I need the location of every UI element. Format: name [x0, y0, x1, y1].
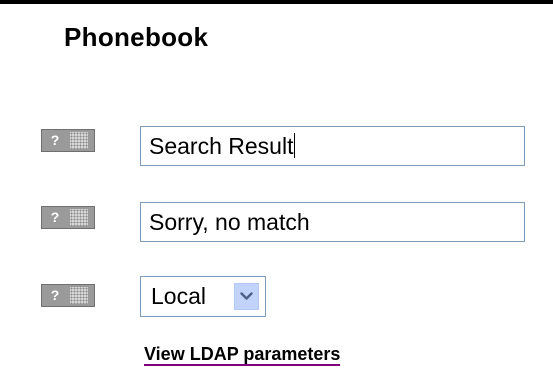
- directory-select-value: Local: [151, 283, 206, 309]
- question-mark-icon: ?: [50, 287, 60, 303]
- help-button-search-result[interactable]: ?: [41, 129, 95, 152]
- help-button-directory[interactable]: ?: [41, 284, 95, 307]
- status-field[interactable]: Sorry, no match: [140, 202, 525, 242]
- text-caret: [294, 133, 296, 158]
- question-mark-icon: ?: [50, 209, 60, 225]
- view-ldap-parameters-link[interactable]: View LDAP parameters: [144, 344, 341, 366]
- status-value: Sorry, no match: [149, 209, 310, 235]
- dotted-pattern-icon: [70, 209, 88, 226]
- dotted-pattern-icon: [70, 287, 88, 304]
- top-divider: [0, 0, 553, 4]
- chevron-down-glyph: [240, 292, 253, 300]
- page-title: Phonebook: [64, 22, 209, 52]
- chevron-down-icon[interactable]: [234, 283, 259, 310]
- help-button-status[interactable]: ?: [41, 206, 95, 229]
- search-result-field[interactable]: Search Result: [140, 126, 525, 166]
- search-result-value: Search Result: [149, 133, 294, 159]
- question-mark-icon: ?: [50, 132, 60, 148]
- dotted-pattern-icon: [70, 132, 88, 149]
- directory-select[interactable]: Local: [140, 276, 266, 317]
